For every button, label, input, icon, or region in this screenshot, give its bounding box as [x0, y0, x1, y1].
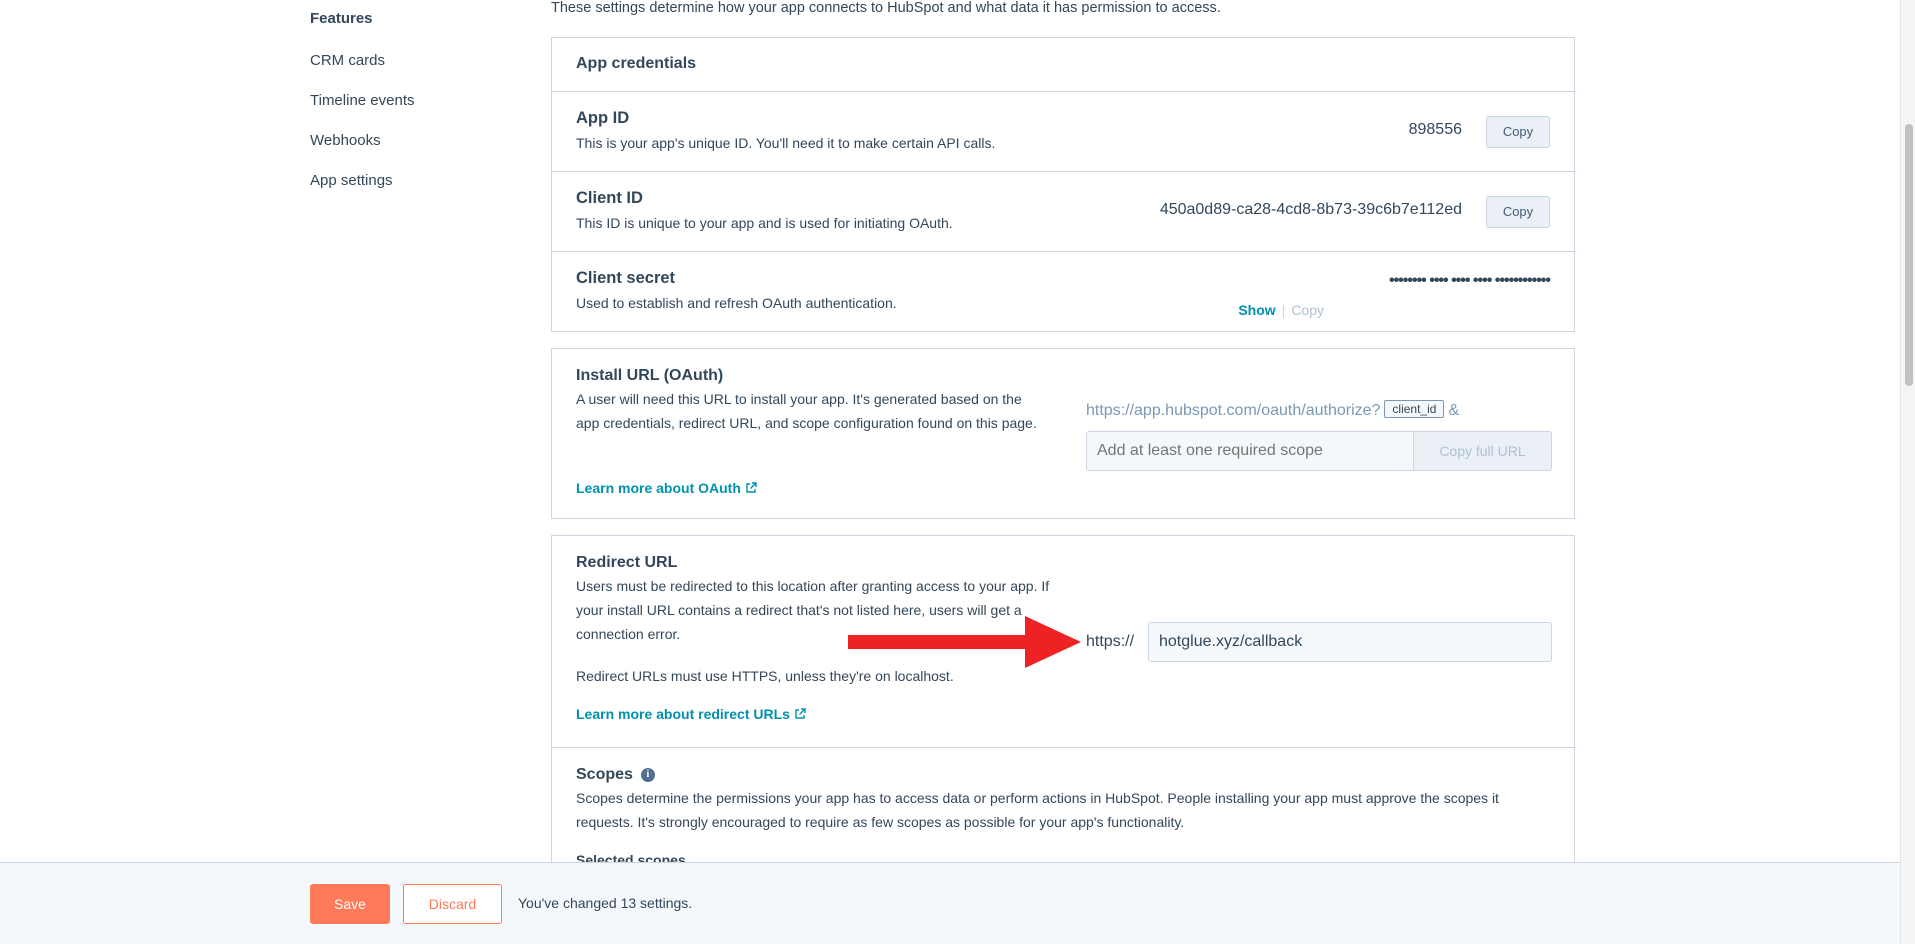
show-secret-link[interactable]: Show [1238, 302, 1275, 318]
sidebar-item-app-settings[interactable]: App settings [310, 172, 393, 189]
client-secret-title: Client secret [576, 269, 676, 287]
sidebar-item-webhooks[interactable]: Webhooks [310, 132, 381, 149]
scopes-title-label: Scopes [576, 766, 633, 783]
save-button[interactable]: Save [310, 884, 390, 924]
scopes-row: Scopes i Scopes determine the permissions… [552, 747, 1574, 868]
app-id-value: 898556 [1408, 121, 1462, 138]
copy-secret-link[interactable]: Copy [1291, 302, 1324, 318]
learn-more-redirect-link[interactable]: Learn more about redirect URLs [576, 706, 806, 722]
app-credentials-card: App credentials App ID This is your app'… [551, 37, 1575, 332]
install-url-amp: & [1448, 402, 1460, 419]
learn-more-oauth-label[interactable]: Learn more about OAuth [576, 480, 741, 496]
app-id-row: App ID This is your app's unique ID. You… [552, 91, 1574, 171]
redirect-url-card: Redirect URL Users must be redirected to… [551, 535, 1575, 868]
discard-button[interactable]: Discard [403, 884, 502, 924]
copy-full-url-button[interactable]: Copy full URL [1414, 431, 1552, 471]
install-url-desc: A user will need this URL to install you… [576, 391, 1037, 431]
red-arrow [848, 616, 1081, 668]
app-id-desc: This is your app's unique ID. You'll nee… [576, 135, 996, 151]
intro-text: These settings determine how your app co… [551, 0, 1221, 16]
client-id-desc: This ID is unique to your app and is use… [576, 215, 953, 231]
info-icon[interactable]: i [640, 768, 655, 782]
sidebar-item-crm-cards[interactable]: CRM cards [310, 52, 385, 69]
scopes-desc: Scopes determine the permissions your ap… [576, 790, 1499, 830]
external-link-icon [795, 708, 806, 719]
install-url-card: Install URL (OAuth) A user will need thi… [551, 348, 1575, 519]
sidebar-heading: Features [310, 10, 373, 27]
secret-action-separator: | [1281, 302, 1286, 318]
install-url-display: https://app.hubspot.com/oauth/authorize?… [1086, 400, 1459, 420]
save-bar: Save Discard You've changed 13 settings. [0, 862, 1900, 944]
install-base-url: https://app.hubspot.com/oauth/authorize? [1086, 402, 1381, 419]
app-id-title: App ID [576, 109, 630, 127]
redirect-url-input[interactable] [1148, 622, 1552, 662]
learn-more-oauth-link[interactable]: Learn more about OAuth [576, 480, 757, 496]
install-url-title: Install URL (OAuth) [576, 367, 724, 384]
https-prefix: https:// [1086, 633, 1135, 650]
client-secret-row: Client secret Used to establish and refr… [552, 251, 1574, 331]
changed-settings-text: You've changed 13 settings. [518, 895, 693, 911]
learn-more-redirect-label[interactable]: Learn more about redirect URLs [576, 706, 790, 722]
client-secret-masked: •••••••• •••• •••• •••• •••••••••••• [1388, 272, 1551, 289]
credentials-header: App credentials [576, 55, 697, 72]
client-id-copy-button[interactable]: Copy [1486, 196, 1550, 228]
scrollbar-thumb[interactable] [1905, 124, 1913, 386]
client-id-value: 450a0d89-ca28-4cd8-8b73-39c6b7e112ed [1159, 201, 1462, 218]
client-id-token: client_id [1384, 400, 1445, 418]
credentials-header-row: App credentials [552, 38, 1574, 91]
sidebar-item-timeline-events[interactable]: Timeline events [310, 92, 415, 109]
scopes-title: Scopes i [576, 766, 655, 784]
app-id-copy-button[interactable]: Copy [1486, 116, 1550, 148]
client-id-row: Client ID This ID is unique to your app … [552, 171, 1574, 251]
client-secret-desc: Used to establish and refresh OAuth auth… [576, 295, 897, 311]
page-scrollbar[interactable] [1900, 0, 1915, 944]
external-link-icon [746, 482, 757, 493]
client-id-title: Client ID [576, 189, 643, 207]
scope-input[interactable] [1086, 431, 1414, 471]
client-secret-actions: Show | Copy [1238, 302, 1324, 318]
redirect-url-title: Redirect URL [576, 554, 678, 571]
